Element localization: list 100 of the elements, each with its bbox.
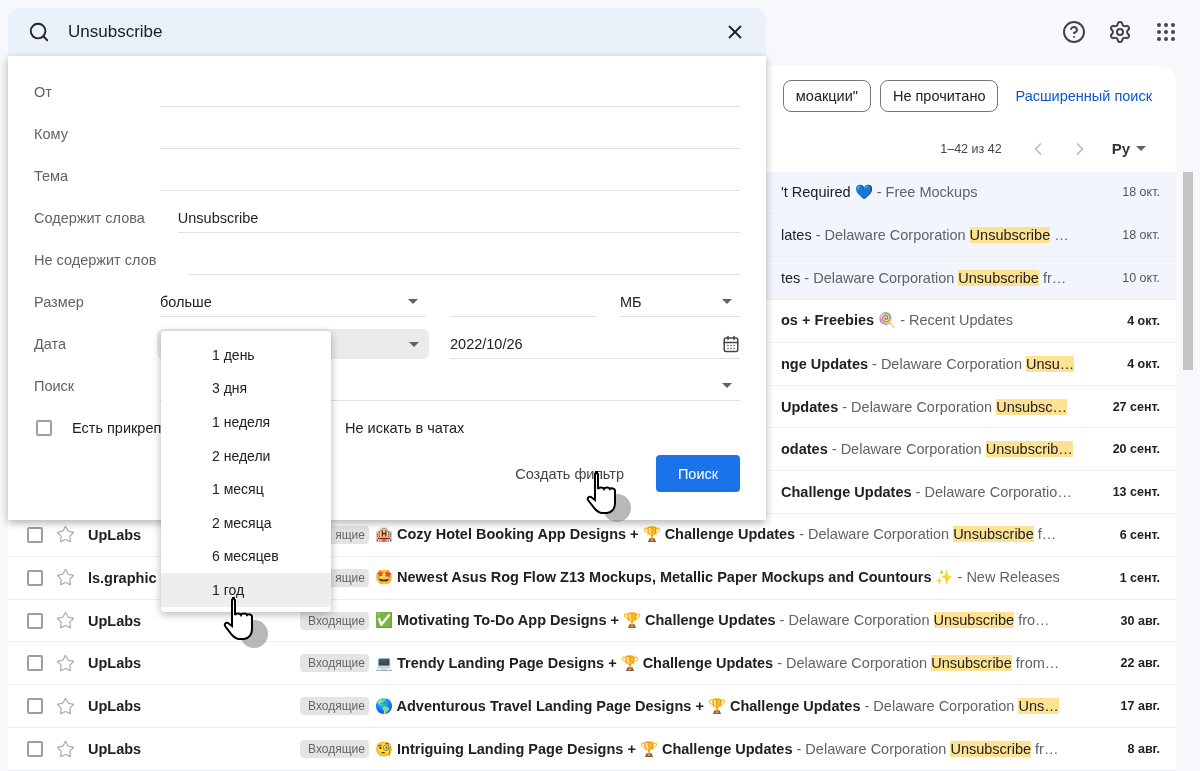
menu-option[interactable]: 6 месяцев [161,539,331,574]
email-snippet: - Delaware Corporation [871,355,1023,372]
advanced-search-link[interactable]: Расширенный поиск [1015,87,1152,104]
settings-icon[interactable] [1108,20,1132,44]
sender-name: UpLabs [88,526,143,543]
menu-option[interactable]: 3 дня [161,371,331,406]
email-snippet: from… [1014,654,1060,671]
search-highlight: Unsubscribe [969,227,1051,244]
page-range: 1–42 из 42 [940,141,1002,156]
search-highlight: Unsubsc… [996,398,1068,415]
search-bar[interactable]: Unsubscribe [8,8,766,56]
checkbox[interactable] [27,526,43,543]
email-subject: 🧐 Intriguing Landing Page Designs + 🏆 Challenge Updates [375,740,793,757]
star-icon[interactable] [56,653,75,673]
field-label: Поиск [34,378,76,394]
search-highlight: Unsubscribe [950,740,1032,757]
menu-option[interactable]: 2 месяца [161,505,331,540]
email-snippet: fr… [1034,740,1059,757]
search-highlight: Unsubscribe [958,270,1039,287]
email-snippet: - Delaware Corporation [803,270,956,287]
checkbox-label: Не искать в чатах [345,420,465,436]
email-subject: 't Required 💙 [781,183,873,200]
email-subject: ✅ Motivating To-Do App Designs + 🏆 Challenge Updates [375,612,776,629]
caret-icon [722,383,732,388]
email-date: 4 окт. [1126,356,1160,371]
help-icon[interactable] [1062,20,1086,44]
filter-chip[interactable]: Не прочитано [879,79,999,112]
menu-option[interactable]: 1 неделя [161,405,331,439]
email-snippet: - Delaware Corporation [776,654,929,671]
email-snippet: - Delaware Corporation [841,398,994,415]
filter-chip[interactable]: моакции" [782,79,871,112]
checkbox-label: Есть прикреп [72,420,163,436]
inbox-label: Входящие [300,654,369,673]
email-subject: 🏨 Cozy Hotel Booking App Designs + 🏆 Challenge Updates [375,526,796,543]
email-snippet: - Delaware Corporation [778,612,931,629]
email-subject: 🤩 Newest Asus Rog Flow Z13 Mockups, Metallic Paper Mockups and Countours ✨ [375,569,954,586]
checkbox[interactable] [27,569,43,586]
email-subject: 🌎 Adventurous Travel Landing Page Designs + 🏆 Challenge Updates [375,697,861,714]
inbox-label: Входящие [300,740,369,758]
email-date: 1 сент. [1118,570,1160,585]
checkbox[interactable] [27,612,43,629]
search-value: Unsubscribe [68,22,164,42]
input-field[interactable]: Unsubscribe [177,203,740,233]
email-snippet: - Delaware Corporation [795,740,948,757]
star-icon[interactable] [56,525,75,545]
checkbox[interactable] [27,655,43,672]
menu-option[interactable]: 2 недели [161,438,331,473]
apps-icon[interactable] [1154,20,1178,44]
star-icon[interactable] [56,739,75,759]
star-icon[interactable] [56,696,75,716]
caret-icon [1136,146,1146,152]
language-selector[interactable]: Ру [1105,139,1152,159]
email-snippet: fr… [1041,270,1067,287]
caret-icon [409,341,419,347]
email-snippet: - Recent Updates [899,312,1013,329]
email-subject: nge Updates [781,355,868,372]
email-snippet: … [1053,227,1069,244]
checkbox[interactable] [27,698,43,715]
email-date: 4 окт. [1126,313,1160,328]
field-label: Кому [34,126,69,142]
email-date: 17 авг. [1119,699,1160,714]
email-date: 30 авг. [1119,613,1160,628]
checkbox[interactable] [27,741,43,757]
date-field[interactable]: 2022/10/26 [450,329,740,359]
search-button[interactable]: Поиск [656,455,740,492]
calendar-icon[interactable] [722,334,740,353]
search-highlight: Unsubscrib… [985,441,1073,458]
email-snippet: - Delaware Corporation [863,697,1016,714]
email-snippet: - Delaware Corporatio… [914,484,1072,501]
size-unit-select[interactable]: МБ [620,287,740,317]
email-subject: tes [781,270,801,287]
search-icon[interactable] [28,21,50,43]
search-highlight: Unsubscribe [953,526,1034,543]
field-label: Тема [34,168,70,184]
field-label: Содержит слова [34,210,145,226]
email-subject: Challenge Updates [781,484,912,501]
email-snippet: - Delaware Corporation [814,227,967,244]
email-date: 10 окт. [1121,271,1160,286]
field-label: Размер [34,294,85,310]
email-subject: lates [781,227,812,244]
menu-option[interactable]: 1 месяц [161,472,331,506]
sender-name: ls.graphic [88,569,158,586]
email-subject: odates [781,441,828,458]
email-snippet: f… [1036,526,1057,543]
menu-option[interactable]: 1 день [161,338,331,372]
menu-option[interactable]: 1 год [161,573,331,607]
size-operator-select[interactable]: больше [160,287,426,317]
sender-name: UpLabs [88,612,143,629]
search-highlight: Uns… [1018,697,1059,714]
checkbox[interactable] [36,420,52,436]
email-subject: Updates [781,398,839,415]
star-icon[interactable] [56,611,75,631]
inbox-label: Входящие [300,697,369,716]
email-date: 20 сент. [1111,442,1160,457]
email-date: 6 сент. [1118,527,1160,542]
email-snippet: - Delaware Corporation [830,441,983,458]
field-label: От [34,84,53,100]
scrollbar-thumb[interactable] [1183,172,1193,370]
sender-name: UpLabs [88,698,143,715]
star-icon[interactable] [56,568,75,588]
